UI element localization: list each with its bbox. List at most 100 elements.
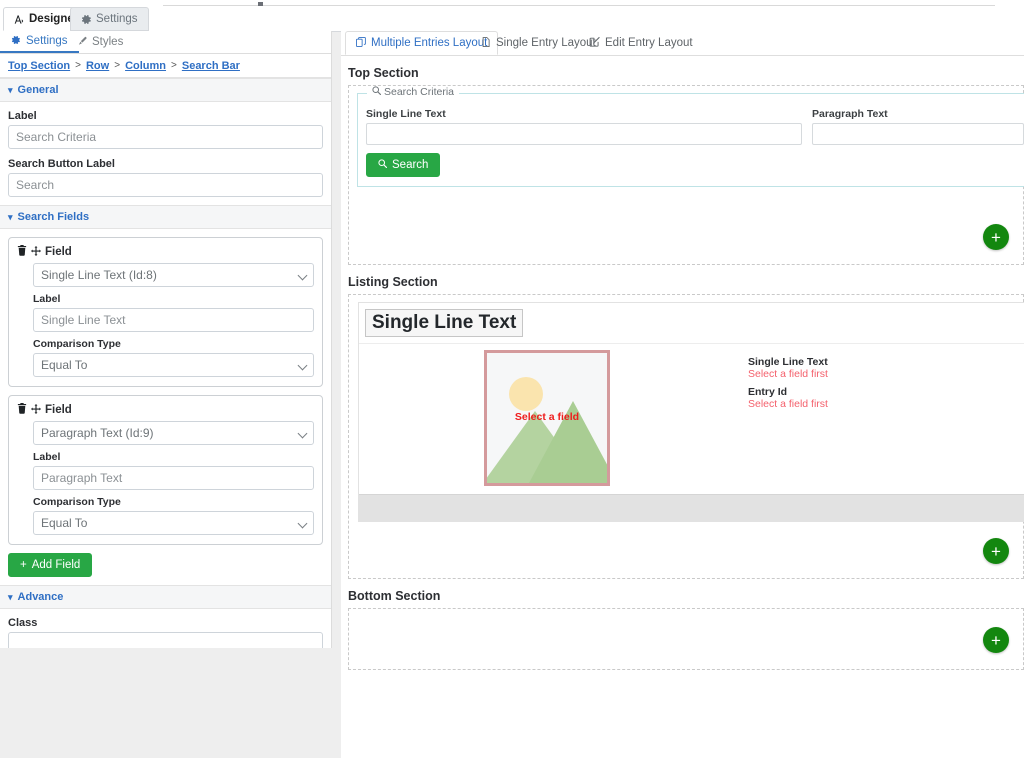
settings-panel: Settings Styles Top Section > Row > Colu… [0, 31, 332, 648]
field-caption: Field [45, 246, 72, 258]
listing-section-title: Listing Section [348, 275, 438, 289]
layout-tab-strip: Multiple Entries Layout Single Entry Lay… [341, 31, 1024, 56]
comparison-type-caption: Comparison Type [33, 496, 121, 508]
search-criteria-legend-text: Search Criteria [384, 86, 455, 98]
breadcrumb-item-column[interactable]: Column [125, 60, 166, 72]
tab-edit-entry-layout-label: Edit Entry Layout [605, 37, 693, 49]
accordion-title-general: General [17, 84, 59, 96]
comparison-select-wrapper: Equal To [33, 511, 314, 535]
top-section-title: Top Section [348, 66, 419, 80]
search-criteria-fieldset: Search Criteria Single Line Text Paragra… [357, 86, 1024, 187]
listing-card: Single Line Text Select a field Single L… [358, 302, 1024, 522]
edit-square-icon [589, 36, 600, 50]
chevron-down-icon: ▾ [8, 211, 13, 222]
app-root: Designer Settings Settings Styles Top Se… [0, 0, 1024, 758]
comparison-type-select[interactable]: Equal To [33, 353, 314, 377]
search-button-label-caption: Search Button Label [8, 158, 115, 170]
listing-meta-title: Entry Id [748, 386, 788, 398]
listing-heading[interactable]: Single Line Text [365, 309, 524, 337]
tab-multiple-entries-layout-label: Multiple Entries Layout [371, 37, 488, 49]
breadcrumb-separator: > [114, 60, 121, 71]
add-to-listing-section-button[interactable]: + [983, 538, 1009, 564]
add-field-button[interactable]: + Add Field [8, 553, 93, 577]
top-section-dropzone[interactable]: Search Criteria Single Line Text Paragra… [348, 85, 1024, 265]
breadcrumb: Top Section > Row > Column > Search Bar [0, 54, 331, 78]
top-cutoff-nub [258, 2, 263, 6]
label-caption: Label [8, 110, 37, 122]
bottom-section-dropzone[interactable]: + [348, 608, 1024, 670]
search-button[interactable]: Search [366, 153, 441, 177]
comparison-type-select[interactable]: Equal To [33, 511, 314, 535]
breadcrumb-separator: > [75, 60, 81, 71]
breadcrumb-separator: > [171, 60, 177, 71]
panel-tab-styles[interactable]: Styles [66, 31, 134, 53]
field-select[interactable]: Single Line Text (Id:8) [33, 263, 314, 287]
search-button-label: Search [392, 159, 429, 171]
plus-icon: + [20, 559, 27, 571]
listing-meta-title: Single Line Text [748, 356, 828, 368]
listing-body: Select a field Single Line Text Select a… [359, 344, 1024, 494]
plus-icon: + [991, 630, 1001, 650]
accordion-header-general[interactable]: ▾ General [0, 78, 331, 102]
listing-footer-bar [359, 494, 1024, 521]
search-icon [372, 86, 381, 98]
class-input[interactable] [8, 632, 323, 648]
designer-icon [14, 14, 25, 25]
layout-canvas: Multiple Entries Layout Single Entry Lay… [341, 31, 1024, 758]
file-icon [481, 36, 491, 50]
single-line-text-label: Single Line Text [366, 108, 446, 120]
field-select[interactable]: Paragraph Text (Id:9) [33, 421, 314, 445]
chevron-down-icon: ▾ [8, 591, 13, 602]
gear-icon [11, 35, 21, 48]
accordion-title-search-fields: Search Fields [17, 211, 90, 223]
tab-settings-outer-label: Settings [96, 13, 138, 25]
search-criteria-legend: Search Criteria [367, 86, 460, 98]
add-to-top-section-button[interactable]: + [983, 224, 1009, 250]
accordion-header-advance[interactable]: ▾ Advance [0, 585, 331, 609]
search-field-card: Field Single Line Text (Id:8) Label Comp… [8, 237, 323, 387]
search-icon [378, 159, 387, 171]
accordion-title-advance: Advance [17, 591, 64, 603]
image-placeholder[interactable]: Select a field [484, 350, 610, 486]
add-to-bottom-section-button[interactable]: + [983, 627, 1009, 653]
comparison-select-wrapper: Equal To [33, 353, 314, 377]
search-button-label-input[interactable] [8, 173, 323, 197]
copy-icon [356, 36, 366, 50]
breadcrumb-item-row[interactable]: Row [86, 60, 109, 72]
listing-meta: Single Line Text Select a field first En… [748, 356, 828, 416]
field-label-input[interactable] [33, 308, 314, 332]
tab-settings-outer[interactable]: Settings [70, 7, 149, 31]
listing-section-dropzone[interactable]: Single Line Text Select a field Single L… [348, 294, 1024, 579]
paragraph-text-label: Paragraph Text [812, 108, 888, 120]
search-field-card-header: Field [17, 403, 314, 417]
panel-tab-strip: Settings Styles [0, 31, 331, 54]
breadcrumb-item-search-bar[interactable]: Search Bar [182, 60, 240, 72]
trash-icon[interactable] [17, 245, 27, 259]
search-field-card-header: Field [17, 245, 314, 259]
tab-edit-entry-layout[interactable]: Edit Entry Layout [579, 31, 703, 55]
top-cutoff-bar [0, 0, 1024, 7]
search-field-paragraph-text: Paragraph Text [812, 108, 1024, 145]
chevron-down-icon: ▾ [8, 84, 13, 95]
accordion-body-search-fields: Field Single Line Text (Id:8) Label Comp… [0, 229, 331, 585]
accordion-body-general: Label Search Button Label [0, 102, 331, 205]
bottom-section-title: Bottom Section [348, 589, 441, 603]
single-line-text-input[interactable] [366, 123, 802, 145]
field-select-wrapper: Paragraph Text (Id:9) [33, 421, 314, 445]
listing-heading-row: Single Line Text [359, 303, 1024, 344]
paragraph-text-input[interactable] [812, 123, 1024, 145]
field-label-input[interactable] [33, 466, 314, 490]
trash-icon[interactable] [17, 403, 27, 417]
gear-icon [81, 14, 92, 25]
move-icon[interactable] [31, 245, 41, 259]
search-fields-row: Single Line Text Paragraph Text [358, 94, 1024, 145]
accordion-header-search-fields[interactable]: ▾ Search Fields [0, 205, 331, 229]
listing-meta-status: Select a field first [748, 398, 828, 410]
listing-meta-status: Select a field first [748, 368, 828, 380]
search-field-card: Field Paragraph Text (Id:9) Label Compar… [8, 395, 323, 545]
breadcrumb-item-top-section[interactable]: Top Section [8, 60, 70, 72]
search-field-single-line-text: Single Line Text [366, 108, 802, 145]
move-icon[interactable] [31, 403, 41, 417]
search-button-row: Search [358, 145, 1024, 186]
label-input[interactable] [8, 125, 323, 149]
